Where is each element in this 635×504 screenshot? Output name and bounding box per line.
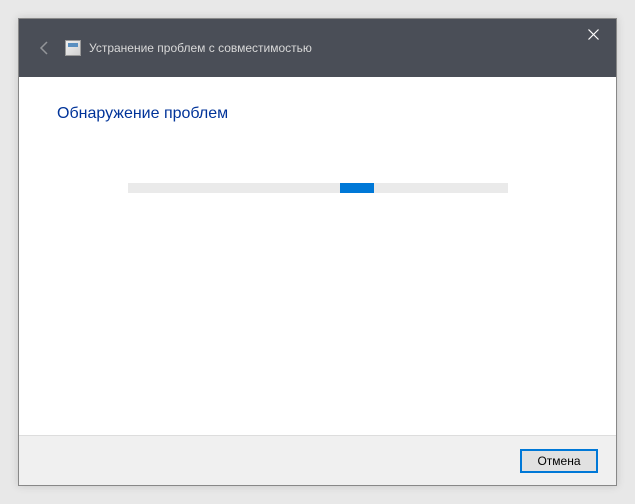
content-area: Обнаружение проблем <box>19 77 616 435</box>
close-icon <box>588 29 599 40</box>
progress-bar <box>128 183 508 193</box>
troubleshooter-dialog: Устранение проблем с совместимостью Обна… <box>18 18 617 486</box>
progress-container <box>57 183 578 193</box>
cancel-button[interactable]: Отмена <box>520 449 598 473</box>
back-arrow-icon <box>35 38 55 58</box>
outer-frame: Устранение проблем с совместимостью Обна… <box>0 0 635 504</box>
page-heading: Обнаружение проблем <box>57 105 578 123</box>
dialog-footer: Отмена <box>19 435 616 485</box>
titlebar-title: Устранение проблем с совместимостью <box>89 41 312 55</box>
progress-indicator <box>340 183 374 193</box>
app-icon <box>65 40 81 56</box>
close-button[interactable] <box>570 19 616 49</box>
titlebar: Устранение проблем с совместимостью <box>19 19 616 77</box>
